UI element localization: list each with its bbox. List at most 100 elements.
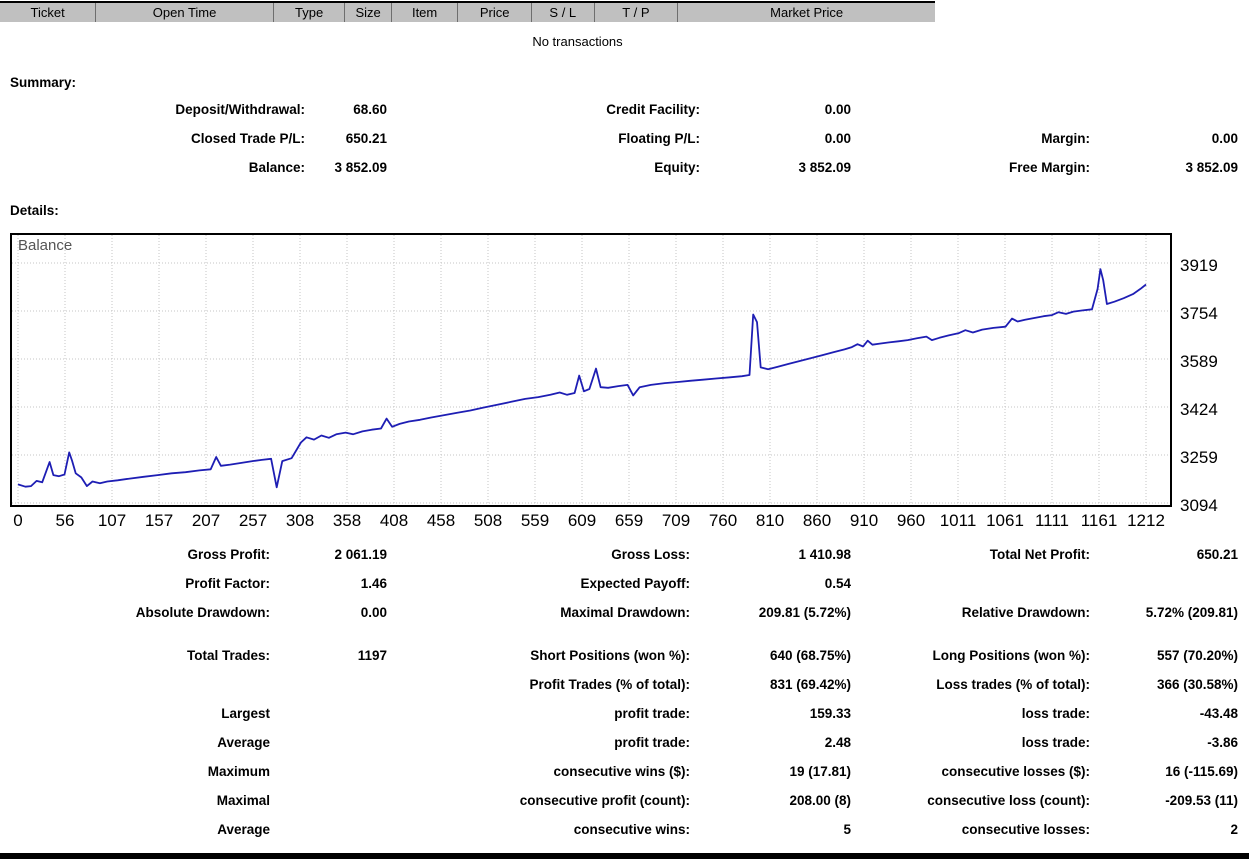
stat-value <box>270 757 387 786</box>
column-header-type: Type <box>273 2 346 22</box>
x-axis-tick-label: 1212 <box>1127 511 1165 530</box>
stat-value <box>1090 569 1238 598</box>
table-row: Maximal consecutive profit (count): 208.… <box>0 786 1238 815</box>
stat-value: 209.81 (5.72%) <box>758 605 851 620</box>
y-axis-tick-label: 3424 <box>1180 400 1218 419</box>
stat-label: Loss trades (% of total): <box>936 677 1090 692</box>
x-axis-tick-label: 559 <box>520 511 550 530</box>
spacer-row <box>0 627 1238 641</box>
stat-label: Absolute Drawdown: <box>135 605 270 620</box>
stat-value <box>270 728 387 757</box>
stat-value: 1 410.98 <box>798 547 851 562</box>
details-heading: Details: <box>10 203 59 218</box>
x-axis-tick-label: 408 <box>379 511 409 530</box>
stat-label: profit trade: <box>614 706 690 721</box>
stat-value: 3 852.09 <box>334 160 387 175</box>
stat-label: loss trade: <box>1021 706 1090 721</box>
x-axis-tick-label: 157 <box>144 511 174 530</box>
table-row: Average consecutive wins: 5 consecutive … <box>0 815 1238 844</box>
stat-label: Maximal Drawdown: <box>560 605 690 620</box>
stat-value: 159.33 <box>809 706 851 721</box>
summary-heading: Summary: <box>10 75 77 90</box>
x-axis-tick-label: 1011 <box>939 511 977 530</box>
chart-title: Balance <box>18 237 73 254</box>
statistics-table: Gross Profit: 2 061.19 Gross Loss: 1 410… <box>0 540 1238 844</box>
table-row: Profit Trades (% of total): 831 (69.42%)… <box>0 670 1238 699</box>
y-axis-tick-label: 3589 <box>1180 352 1218 371</box>
stat-label: Total Trades: <box>186 648 270 663</box>
table-row: Maximum consecutive wins ($): 19 (17.81)… <box>0 757 1238 786</box>
stat-label <box>0 670 270 699</box>
stat-value: 650.21 <box>1196 547 1238 562</box>
stat-value: -43.48 <box>1199 706 1238 721</box>
stat-label: consecutive wins ($): <box>553 764 690 779</box>
stat-label: Gross Profit: <box>187 547 270 562</box>
x-axis-tick-label: 0 <box>13 511 23 530</box>
stat-value: 1.46 <box>360 576 387 591</box>
x-axis-tick-label: 308 <box>285 511 315 530</box>
x-axis-tick-label: 860 <box>802 511 832 530</box>
balance-chart-canvas <box>12 235 1170 505</box>
x-axis-tick-label: 257 <box>238 511 268 530</box>
table-row: Absolute Drawdown: 0.00 Maximal Drawdown… <box>0 598 1238 627</box>
stat-value: 2 061.19 <box>334 547 387 562</box>
stat-value: 16 (-115.69) <box>1165 764 1238 779</box>
stat-label: Deposit/Withdrawal: <box>175 102 305 117</box>
balance-chart-plot-area <box>10 233 1172 507</box>
stat-value: 557 (70.20%) <box>1156 648 1238 663</box>
stat-value: 3 852.09 <box>1185 160 1238 175</box>
stat-value: 0.00 <box>824 131 851 146</box>
stat-value <box>1090 95 1238 124</box>
stat-label: Maximal <box>216 793 270 808</box>
stat-label: Total Net Profit: <box>989 547 1090 562</box>
stat-value: 0.00 <box>1211 131 1238 146</box>
y-axis-tick-label: 3754 <box>1180 304 1218 323</box>
stat-label: Equity: <box>654 160 700 175</box>
stat-label: Largest <box>221 706 270 721</box>
x-axis-tick-label: 56 <box>55 511 75 530</box>
x-axis-tick-label: 810 <box>755 511 785 530</box>
stat-label: loss trade: <box>1021 735 1090 750</box>
stat-value: 5 <box>843 822 851 837</box>
y-axis-tick-label: 3094 <box>1180 496 1218 515</box>
x-axis-tick-label: 107 <box>97 511 127 530</box>
stat-label: consecutive losses: <box>961 822 1090 837</box>
stat-label <box>851 95 1090 124</box>
x-axis-tick-label: 760 <box>708 511 738 530</box>
column-header-sl: S / L <box>531 2 595 22</box>
stat-value: -3.86 <box>1207 735 1238 750</box>
stat-label: Balance: <box>248 160 305 175</box>
x-axis-tick-label: 659 <box>614 511 644 530</box>
stat-label: Average <box>217 735 270 750</box>
stat-value: 0.00 <box>360 605 387 620</box>
stat-label: profit trade: <box>614 735 690 750</box>
summary-table: Deposit/Withdrawal: 68.60 Credit Facilit… <box>0 95 1238 182</box>
table-row: Closed Trade P/L: 650.21 Floating P/L: 0… <box>0 124 1238 153</box>
stat-value: 0.54 <box>824 576 851 591</box>
x-axis-tick-label: 1161 <box>1080 511 1118 530</box>
stat-label <box>851 569 1090 598</box>
table-row: Gross Profit: 2 061.19 Gross Loss: 1 410… <box>0 540 1238 569</box>
stat-value <box>270 786 387 815</box>
stat-value: 640 (68.75%) <box>769 648 851 663</box>
x-axis-tick-label: 458 <box>426 511 456 530</box>
x-axis-tick-label: 358 <box>332 511 362 530</box>
x-axis-tick-label: 910 <box>849 511 879 530</box>
stat-label: consecutive profit (count): <box>519 793 690 808</box>
table-row: Deposit/Withdrawal: 68.60 Credit Facilit… <box>0 95 1238 124</box>
y-axis-tick-label: 3259 <box>1180 448 1218 467</box>
stat-label: Expected Payoff: <box>580 576 690 591</box>
stat-value: 2.48 <box>824 735 851 750</box>
stat-value: 68.60 <box>353 102 387 117</box>
stat-value: 831 (69.42%) <box>769 677 851 692</box>
stat-value: 1197 <box>357 648 387 663</box>
stat-label: Floating P/L: <box>618 131 700 146</box>
x-axis-tick-label: 960 <box>896 511 926 530</box>
column-header-ticket: Ticket <box>0 2 97 22</box>
stat-label: Closed Trade P/L: <box>190 131 305 146</box>
stat-value <box>270 699 387 728</box>
stat-value: -209.53 (11) <box>1165 793 1238 808</box>
stat-value: 2 <box>1230 822 1238 837</box>
stat-label: Profit Trades (% of total): <box>529 677 690 692</box>
transactions-header-table: Ticket Open Time Type Size Item Price S … <box>0 1 935 22</box>
